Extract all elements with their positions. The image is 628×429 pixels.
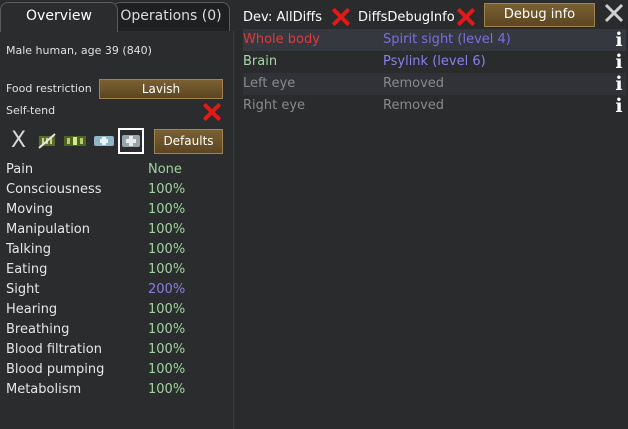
tab-overview[interactable]: Overview <box>0 2 118 32</box>
defaults-button[interactable]: Defaults <box>154 129 223 154</box>
hediff-condition: Removed <box>383 76 445 91</box>
capacity-value: 100% <box>148 322 186 337</box>
capacity-name: Moving <box>6 202 53 217</box>
diffs-debug-info-label: DiffsDebugInfo <box>358 10 455 25</box>
capacity-name: Sight <box>6 282 40 297</box>
capacity-name: Breathing <box>6 322 70 337</box>
hediff-row-right-eye[interactable]: Right eye Removed i <box>243 95 626 117</box>
pawn-description: Male human, age 39 (840) <box>6 44 152 57</box>
hediff-condition: Removed <box>383 98 445 113</box>
info-icon[interactable]: i <box>612 96 626 116</box>
capacity-name: Hearing <box>6 302 58 317</box>
diffs-debug-info-toggle-x-icon[interactable] <box>456 7 476 27</box>
capacity-row-hearing: Hearing 100% <box>6 300 226 320</box>
hediff-row-brain[interactable]: Brain Psylink (level 6) i <box>243 51 626 73</box>
capacity-value: 100% <box>148 362 186 377</box>
capacity-name: Manipulation <box>6 222 91 237</box>
hediff-condition: Psylink (level 6) <box>383 54 486 69</box>
capacity-value: 100% <box>148 262 186 277</box>
capacity-name: Consciousness <box>6 182 102 197</box>
capacity-name: Eating <box>6 262 48 277</box>
hediff-condition: Spirit sight (level 4) <box>383 32 511 47</box>
capacity-row-manipulation: Manipulation 100% <box>6 220 226 240</box>
dev-alldiffs-toggle-x-icon[interactable] <box>331 7 351 27</box>
capacity-value: 100% <box>148 342 186 357</box>
hediff-part: Right eye <box>243 98 306 113</box>
capacity-value: 100% <box>148 202 186 217</box>
close-icon[interactable] <box>603 2 625 24</box>
capacity-row-moving: Moving 100% <box>6 200 226 220</box>
self-tend-checkbox-x-icon[interactable] <box>202 102 222 122</box>
capacity-name: Blood filtration <box>6 342 102 357</box>
food-restriction-dropdown[interactable]: Lavish <box>99 79 223 99</box>
info-icon[interactable]: i <box>612 74 626 94</box>
industrial-medicine-icon[interactable] <box>93 132 114 150</box>
self-tend-label: Self-tend <box>6 104 56 117</box>
glitterworld-medicine-icon[interactable] <box>118 128 144 154</box>
tab-operations[interactable]: Operations (0) <box>112 2 230 31</box>
capacity-row-blood-filtration: Blood filtration 100% <box>6 340 226 360</box>
food-restriction-label: Food restriction <box>6 82 92 95</box>
hediff-part: Whole body <box>243 32 320 47</box>
info-icon[interactable]: i <box>612 52 626 72</box>
capacity-value: None <box>148 162 182 177</box>
dev-alldiffs-label: Dev: AllDiffs <box>243 10 322 25</box>
capacity-value: 200% <box>148 282 186 297</box>
hediff-part: Left eye <box>243 76 296 91</box>
capacity-name: Blood pumping <box>6 362 105 377</box>
capacity-row-consciousness: Consciousness 100% <box>6 180 226 200</box>
hediff-row-whole-body[interactable]: Whole body Spirit sight (level 4) i <box>243 29 626 51</box>
capacity-row-pain: Pain None <box>6 160 226 180</box>
capacity-row-talking: Talking 100% <box>6 240 226 260</box>
capacity-value: 100% <box>148 182 186 197</box>
capacity-value: 100% <box>148 302 186 317</box>
capacity-name: Metabolism <box>6 382 82 397</box>
debug-info-button[interactable]: Debug info <box>484 3 595 27</box>
capacity-name: Talking <box>6 242 51 257</box>
capacity-value: 100% <box>148 222 186 237</box>
info-icon[interactable]: i <box>612 30 626 50</box>
hediff-row-left-eye[interactable]: Left eye Removed i <box>243 73 626 95</box>
capacity-row-eating: Eating 100% <box>6 260 226 280</box>
capacity-value: 100% <box>148 382 186 397</box>
no-meds-icon[interactable] <box>37 132 57 150</box>
capacity-row-metabolism: Metabolism 100% <box>6 380 226 400</box>
capacity-name: Pain <box>6 162 34 177</box>
no-care-icon[interactable]: X <box>11 129 26 153</box>
capacity-row-blood-pumping: Blood pumping 100% <box>6 360 226 380</box>
hediff-panel: Dev: AllDiffs DiffsDebugInfo Debug info … <box>234 0 628 429</box>
capacity-value: 100% <box>148 242 186 257</box>
capacity-row-breathing: Breathing 100% <box>6 320 226 340</box>
herbal-medicine-icon[interactable] <box>63 132 86 150</box>
capacity-row-sight: Sight 200% <box>6 280 226 300</box>
hediff-part: Brain <box>243 54 278 69</box>
